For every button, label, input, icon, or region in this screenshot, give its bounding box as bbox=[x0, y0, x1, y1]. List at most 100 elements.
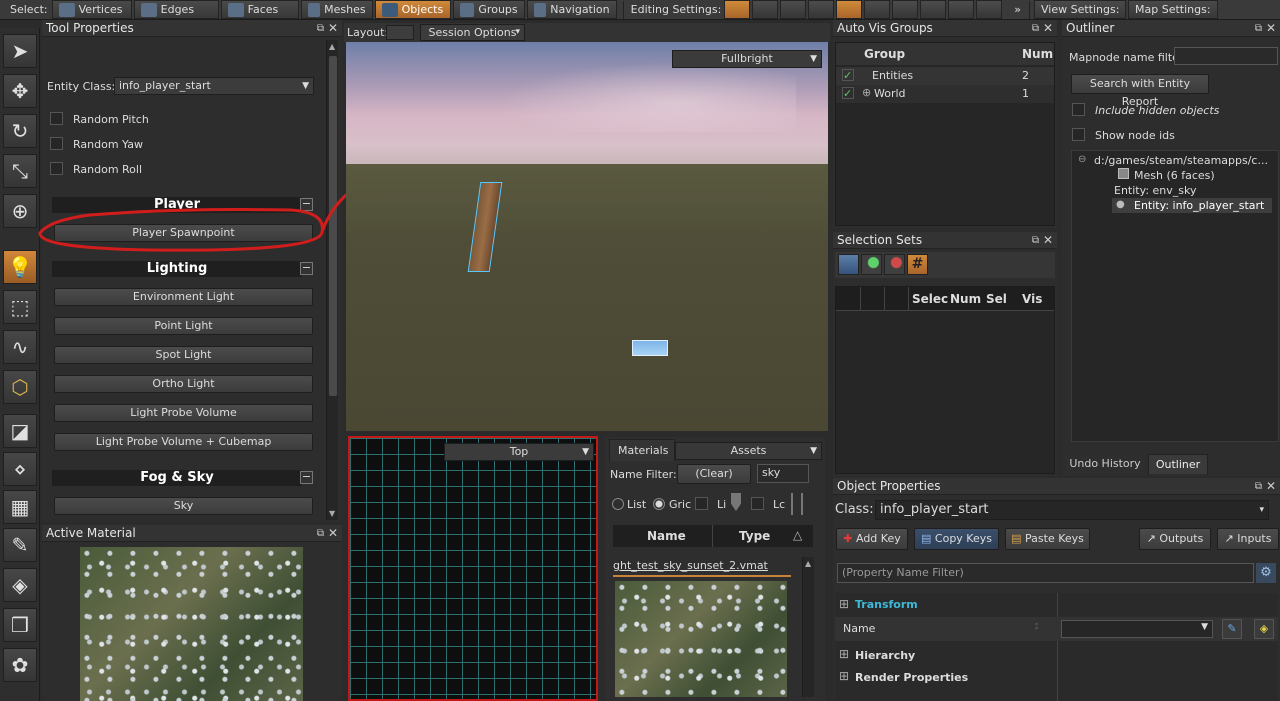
undo-history-tab[interactable]: Undo History bbox=[1066, 454, 1144, 474]
foliage-tool-icon[interactable]: ✿ bbox=[3, 648, 37, 682]
close-icon[interactable]: ✕ bbox=[328, 525, 338, 542]
mode-edges-button[interactable]: Edges bbox=[133, 0, 219, 19]
grid-select-icon[interactable]: # bbox=[907, 254, 928, 275]
selection-eye-icon[interactable] bbox=[838, 254, 859, 275]
tree-item-mesh[interactable]: Mesh (6 faces) bbox=[1134, 169, 1215, 182]
size-slider[interactable] bbox=[731, 493, 741, 511]
collapse-fog-sky-button[interactable]: − bbox=[300, 471, 313, 484]
show-node-ids-checkbox[interactable] bbox=[1072, 128, 1085, 141]
paint-tool-icon[interactable]: ✎ bbox=[3, 528, 37, 562]
column-type-header[interactable]: Type bbox=[739, 529, 770, 543]
expand-icon[interactable]: ⊞ bbox=[839, 647, 849, 661]
expand-icon[interactable]: ⊕ bbox=[862, 86, 871, 99]
close-icon[interactable]: ✕ bbox=[1266, 478, 1276, 495]
tree-item-env-sky[interactable]: Entity: env_sky bbox=[1114, 184, 1196, 197]
mode-meshes-button[interactable]: Meshes bbox=[300, 0, 373, 19]
cube-select-icon[interactable] bbox=[864, 0, 891, 19]
search-entity-report-button[interactable]: Search with Entity Report bbox=[1071, 74, 1209, 108]
auto-vis-row-entities[interactable]: ✓ Entities 2 bbox=[836, 67, 1054, 85]
cube-group-icon[interactable] bbox=[892, 0, 919, 19]
column-group-header[interactable]: Group bbox=[864, 47, 905, 61]
render-mode-dropdown[interactable]: Fullbright ▼ bbox=[672, 50, 822, 68]
view-settings-button[interactable]: View Settings: bbox=[1034, 0, 1127, 19]
add-selection-icon[interactable] bbox=[861, 254, 882, 275]
tree-root[interactable]: d:/games/steam/steamapps/c... bbox=[1094, 154, 1268, 167]
transform-group-header[interactable]: Transform bbox=[855, 598, 918, 611]
block-tool-icon[interactable]: ⬚ bbox=[3, 290, 37, 324]
name-filter-input[interactable]: sky bbox=[757, 464, 809, 483]
view-list-radio[interactable] bbox=[612, 498, 624, 510]
auto-vis-row-world[interactable]: ✓ ⊕ World 1 bbox=[836, 85, 1054, 103]
float-icon[interactable]: ⧉ bbox=[1255, 20, 1262, 37]
sky-button[interactable]: Sky bbox=[54, 497, 313, 515]
close-icon[interactable]: ✕ bbox=[1043, 232, 1053, 249]
option-lc-checkbox[interactable] bbox=[751, 497, 764, 510]
mode-navigation-button[interactable]: Navigation bbox=[526, 0, 617, 19]
column-sel-header[interactable]: Sel bbox=[986, 292, 1007, 306]
vertex-edit-icon[interactable]: ⋄ bbox=[3, 452, 37, 486]
hierarchy-group-header[interactable]: Hierarchy bbox=[855, 649, 915, 662]
point-light-button[interactable]: Point Light bbox=[54, 317, 313, 335]
light-probe-cubemap-button[interactable]: Light Probe Volume + Cubemap bbox=[54, 433, 313, 451]
view-grid-radio[interactable] bbox=[653, 498, 665, 510]
mode-faces-button[interactable]: Faces bbox=[220, 0, 299, 19]
mapnode-filter-input[interactable] bbox=[1174, 47, 1278, 65]
perspective-viewport[interactable]: Fullbright ▼ bbox=[346, 42, 828, 431]
property-name-filter-input[interactable]: (Property Name Filter) bbox=[837, 563, 1254, 583]
pick-entity-icon[interactable]: ◈ bbox=[1254, 619, 1274, 639]
zoom-slider-icon[interactable] bbox=[791, 493, 803, 515]
tree-item-info-player-start[interactable]: ● Entity: info_player_start bbox=[1112, 198, 1272, 213]
column-num-header[interactable]: Num bbox=[1022, 47, 1053, 61]
eyedropper-icon[interactable]: ✎ bbox=[1222, 619, 1242, 639]
add-key-button[interactable]: ✚ Add Key bbox=[836, 528, 908, 550]
float-icon[interactable]: ⧉ bbox=[1032, 20, 1039, 37]
outputs-button[interactable]: ↗ Outputs bbox=[1139, 528, 1211, 550]
expand-icon[interactable]: ⊞ bbox=[839, 669, 849, 683]
view-direction-dropdown[interactable]: Top ▼ bbox=[444, 443, 594, 461]
expand-icon[interactable]: ⊞ bbox=[839, 597, 849, 611]
tile-tool-icon[interactable]: ❒ bbox=[3, 608, 37, 642]
environment-light-button[interactable]: Environment Light bbox=[54, 288, 313, 306]
assets-tab[interactable]: Assets ▼ bbox=[675, 442, 822, 460]
tool-properties-scrollbar[interactable]: ▲ ▼ bbox=[326, 40, 338, 520]
ortho-light-button[interactable]: Ortho Light bbox=[54, 375, 313, 393]
scroll-up-arrow-icon[interactable]: ▲ bbox=[329, 42, 335, 51]
map-settings-button[interactable]: Map Settings: bbox=[1128, 0, 1219, 19]
path-tool-icon[interactable]: ∿ bbox=[3, 330, 37, 364]
class-dropdown[interactable]: info_player_start ▾ bbox=[875, 500, 1269, 520]
column-num-header[interactable]: Num bbox=[950, 292, 981, 306]
mode-objects-button[interactable]: Objects bbox=[374, 0, 451, 19]
float-icon[interactable]: ⧉ bbox=[1032, 232, 1039, 249]
collapse-tree-icon[interactable]: ⊖ bbox=[1078, 154, 1086, 165]
grid-toggle-icon[interactable] bbox=[836, 0, 863, 19]
clip-tool-icon[interactable]: ◪ bbox=[3, 414, 37, 448]
copy-keys-button[interactable]: ▤ Copy Keys bbox=[914, 528, 999, 550]
translate-icon[interactable]: ✥ bbox=[3, 74, 37, 108]
clear-filter-button[interactable]: (Clear) bbox=[677, 464, 751, 484]
collapse-lighting-button[interactable]: − bbox=[300, 262, 313, 275]
remove-selection-icon[interactable] bbox=[884, 254, 905, 275]
spot-light-button[interactable]: Spot Light bbox=[54, 346, 313, 364]
light-probe-volume-button[interactable]: Light Probe Volume bbox=[54, 404, 313, 422]
gear-icon[interactable]: ⚙ bbox=[1256, 563, 1276, 583]
outliner-tab[interactable]: Outliner bbox=[1148, 454, 1208, 474]
column-name-header[interactable]: Name bbox=[647, 529, 686, 543]
include-hidden-checkbox[interactable] bbox=[1072, 103, 1085, 116]
globe-icon[interactable] bbox=[724, 0, 751, 19]
local-axis-icon[interactable] bbox=[752, 0, 779, 19]
scroll-down-arrow-icon[interactable]: ▼ bbox=[329, 509, 335, 518]
entity-class-dropdown[interactable]: info_player_start ▼ bbox=[114, 77, 314, 95]
pivot-icon[interactable] bbox=[780, 0, 807, 19]
material-tool-icon[interactable]: ▦ bbox=[3, 490, 37, 524]
column-selec-header[interactable]: Selec bbox=[912, 292, 948, 306]
column-vis-header[interactable]: Vis bbox=[1022, 292, 1042, 306]
layout-dropdown[interactable] bbox=[386, 25, 414, 40]
snap-icon[interactable] bbox=[808, 0, 835, 19]
render-properties-group-header[interactable]: Render Properties bbox=[855, 671, 968, 684]
hammer-icon[interactable] bbox=[976, 0, 1003, 19]
close-icon[interactable]: ✕ bbox=[328, 20, 338, 37]
float-icon[interactable]: ⧉ bbox=[317, 20, 324, 37]
name-value-dropdown[interactable]: ▼ bbox=[1061, 620, 1213, 638]
mode-groups-button[interactable]: Groups bbox=[452, 0, 525, 19]
select-arrow-icon[interactable]: ➤ bbox=[3, 34, 37, 68]
